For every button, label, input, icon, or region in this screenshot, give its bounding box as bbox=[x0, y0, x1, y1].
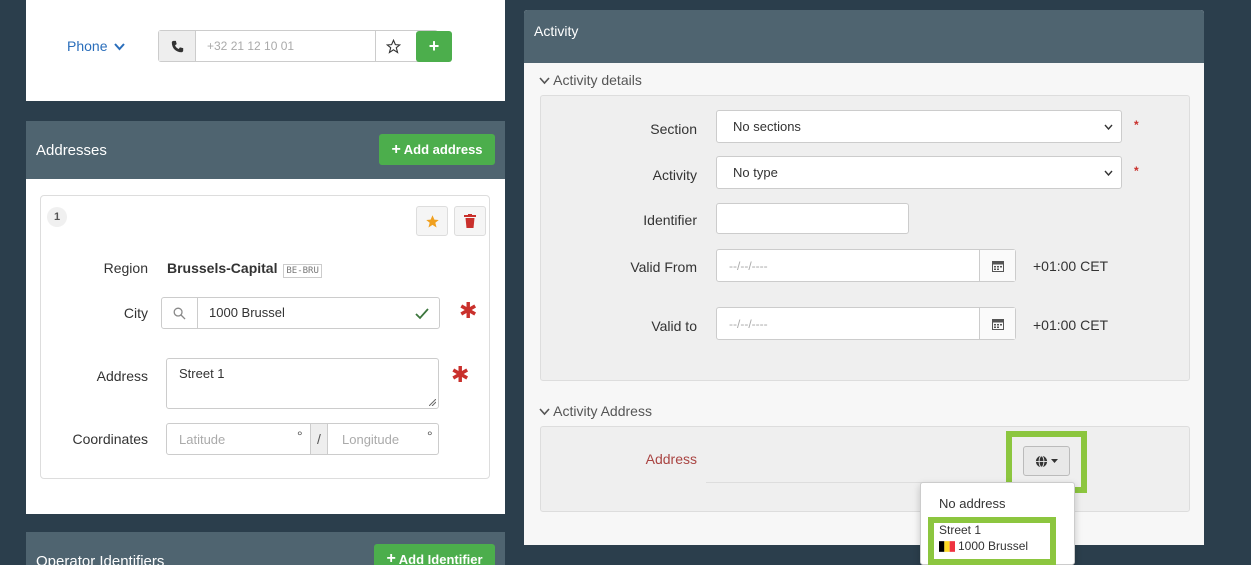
phone-type-label: Phone bbox=[67, 38, 108, 54]
address-textarea[interactable]: Street 1 bbox=[166, 358, 439, 409]
dropdown-item-city-row: 1000 Brussel bbox=[939, 538, 1028, 554]
add-address-button[interactable]: + Add address bbox=[379, 134, 495, 165]
plus-icon: + bbox=[428, 36, 440, 56]
latitude-input[interactable]: Latitude bbox=[179, 432, 225, 447]
calendar-icon bbox=[991, 260, 1004, 272]
phone-input-group: +32 21 12 10 01 bbox=[158, 30, 438, 62]
star-outline-icon bbox=[386, 38, 401, 54]
coordinates-slash: / bbox=[317, 431, 321, 447]
address-picker-button[interactable] bbox=[1023, 446, 1070, 476]
contact-panel: Phone +32 21 12 10 01 + bbox=[26, 0, 505, 101]
caret-down-icon bbox=[1051, 459, 1058, 463]
search-icon bbox=[173, 307, 186, 320]
address-card: 1 Region Brussels-Capital BE-BRU City 10… bbox=[40, 195, 490, 479]
valid-from-calendar-button[interactable] bbox=[979, 250, 1015, 281]
phone-input[interactable]: +32 21 12 10 01 bbox=[207, 39, 294, 53]
city-input[interactable]: 1000 Brussel bbox=[209, 305, 285, 320]
city-required-mark: ✱ bbox=[459, 298, 478, 323]
activity-address-label: Address bbox=[645, 451, 697, 467]
favorite-phone-button[interactable] bbox=[375, 31, 411, 61]
delete-address-button[interactable] bbox=[454, 206, 486, 236]
plus-icon: + bbox=[386, 550, 396, 565]
phone-icon bbox=[171, 40, 183, 52]
add-identifier-label: Add Identifier bbox=[398, 551, 483, 565]
chevron-down-icon bbox=[539, 77, 550, 85]
activity-address-box: Address bbox=[540, 426, 1190, 512]
activity-address-heading: Activity Address bbox=[553, 403, 652, 419]
resize-handle-icon[interactable] bbox=[429, 399, 436, 406]
dropdown-item-city: 1000 Brussel bbox=[958, 539, 1029, 553]
activity-header: Activity bbox=[524, 10, 1204, 63]
address-label: Address bbox=[96, 368, 148, 384]
coordinates-separator: / bbox=[310, 424, 328, 454]
activity-title: Activity bbox=[534, 23, 579, 39]
coordinates-group: Latitude ° / Longitude ° bbox=[166, 423, 439, 455]
chevron-down-icon bbox=[1104, 124, 1113, 130]
chevron-down-icon bbox=[114, 43, 126, 51]
add-address-label: Add address bbox=[403, 142, 483, 157]
city-input-group: 1000 Brussel bbox=[161, 297, 440, 329]
activity-details-toggle[interactable]: Activity details bbox=[539, 72, 642, 88]
check-icon bbox=[415, 308, 429, 320]
calendar-icon bbox=[991, 318, 1004, 330]
region-name: Brussels-Capital bbox=[167, 260, 278, 276]
operator-identifiers-header: Operator Identifiers + Add Identifier bbox=[26, 532, 505, 565]
activity-type-required-mark: * bbox=[1134, 164, 1139, 178]
activity-panel: Activity Activity details Section No sec… bbox=[524, 10, 1204, 545]
valid-to-timezone: +01:00 CET bbox=[1033, 317, 1109, 333]
valid-to-calendar-button[interactable] bbox=[979, 308, 1015, 339]
section-select[interactable]: No sections bbox=[716, 110, 1122, 143]
city-search-addon bbox=[162, 298, 198, 328]
belgium-flag-icon bbox=[939, 540, 955, 552]
address-required-mark: ✱ bbox=[451, 362, 470, 387]
region-label: Region bbox=[103, 260, 148, 276]
star-icon bbox=[425, 214, 439, 227]
add-identifier-button[interactable]: + Add Identifier bbox=[374, 544, 495, 565]
plus-icon: + bbox=[391, 140, 401, 158]
longitude-input[interactable]: Longitude bbox=[342, 432, 399, 447]
phone-addon bbox=[159, 31, 196, 61]
dropdown-item-street: Street 1 bbox=[939, 523, 982, 537]
identifier-label: Identifier bbox=[643, 212, 697, 228]
trash-icon bbox=[464, 214, 476, 228]
activity-body: Activity details Section No sections * A… bbox=[524, 63, 1204, 545]
valid-from-label: Valid From bbox=[630, 259, 697, 275]
phone-type-dropdown[interactable]: Phone bbox=[67, 38, 126, 54]
addresses-title: Addresses bbox=[36, 142, 107, 159]
activity-type-select-value: No type bbox=[733, 165, 778, 180]
addresses-header: Addresses + Add address bbox=[26, 121, 505, 179]
region-code-badge: BE-BRU bbox=[283, 264, 322, 278]
activity-address-toggle[interactable]: Activity Address bbox=[539, 403, 652, 419]
address-text: Street 1 bbox=[179, 366, 225, 381]
activity-details-heading: Activity details bbox=[553, 72, 642, 88]
address-index-badge: 1 bbox=[47, 207, 67, 227]
identifier-input[interactable] bbox=[716, 203, 909, 234]
latitude-degree: ° bbox=[297, 428, 303, 444]
dropdown-item-street-1[interactable]: Street 1 1000 Brussel bbox=[939, 522, 1028, 554]
chevron-down-icon bbox=[1104, 170, 1113, 176]
addresses-panel: Addresses + Add address 1 Region Brussels… bbox=[26, 121, 505, 514]
activity-details-box: Section No sections * Activity No type *… bbox=[540, 95, 1190, 381]
valid-from-input[interactable]: --/--/---- bbox=[729, 259, 768, 273]
valid-from-input-group: --/--/---- bbox=[716, 249, 1016, 282]
add-phone-button[interactable]: + bbox=[416, 31, 452, 62]
coordinates-label: Coordinates bbox=[72, 431, 149, 447]
longitude-degree: ° bbox=[427, 428, 433, 444]
valid-to-input[interactable]: --/--/---- bbox=[729, 317, 768, 331]
section-label: Section bbox=[650, 121, 697, 137]
primary-address-button[interactable] bbox=[416, 206, 448, 236]
chevron-down-icon bbox=[539, 408, 550, 416]
valid-to-label: Valid to bbox=[651, 318, 697, 334]
region-value: Brussels-Capital BE-BRU bbox=[167, 260, 322, 278]
dropdown-item-no-address[interactable]: No address bbox=[939, 496, 1005, 511]
activity-type-label: Activity bbox=[652, 167, 697, 183]
globe-icon bbox=[1035, 454, 1048, 468]
valid-to-input-group: --/--/---- bbox=[716, 307, 1016, 340]
section-select-value: No sections bbox=[733, 119, 801, 134]
operator-identifiers-title: Operator Identifiers bbox=[36, 553, 165, 565]
activity-type-select[interactable]: No type bbox=[716, 156, 1122, 189]
valid-from-timezone: +01:00 CET bbox=[1033, 258, 1109, 274]
section-required-mark: * bbox=[1134, 118, 1139, 132]
city-label: City bbox=[123, 305, 148, 321]
